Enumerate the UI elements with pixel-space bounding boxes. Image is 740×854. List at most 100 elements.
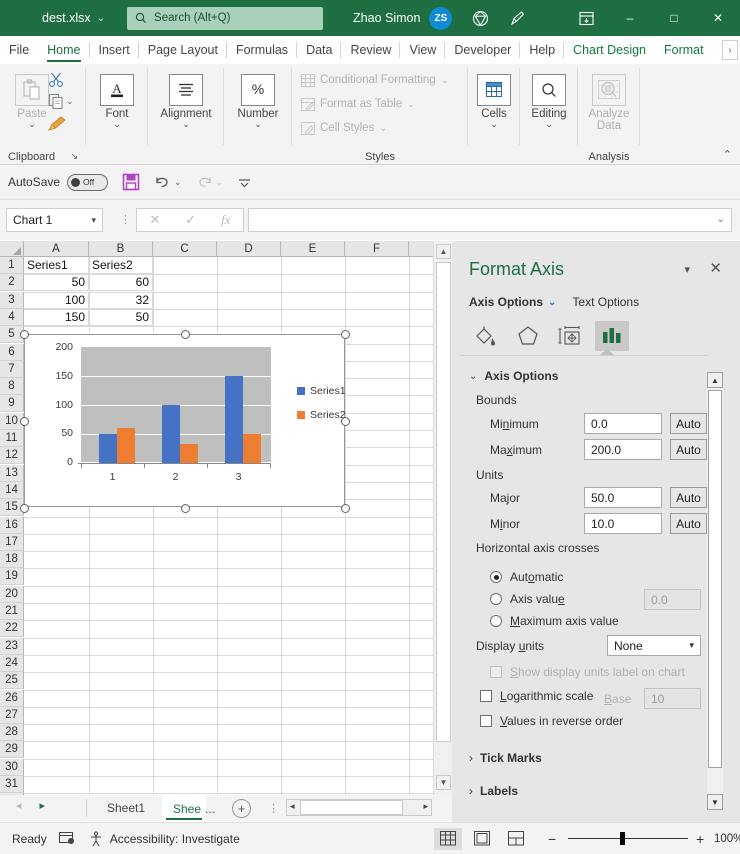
redo-button[interactable]: ⌄: [196, 174, 224, 191]
row-header-18[interactable]: 18: [0, 551, 24, 568]
zoom-in-button[interactable]: +: [696, 831, 704, 847]
chart-object[interactable]: 200 150 100 50 0 1 2 3 Series1: [24, 334, 345, 507]
hscroll-left-button[interactable]: ◂: [290, 801, 295, 812]
tab-overflow-button[interactable]: ›: [722, 40, 738, 60]
sheet-prev-button[interactable]: ◂: [16, 799, 22, 812]
file-name-button[interactable]: dest.xlsx ⌄: [42, 11, 105, 25]
row-header-17[interactable]: 17: [0, 534, 24, 551]
conditional-formatting-button[interactable]: Conditional Formatting ⌄: [300, 73, 448, 87]
ribbon-display-options-button[interactable]: [578, 0, 595, 36]
sheet-tab-menu-handle[interactable]: ⋮: [268, 802, 279, 815]
format-painter-button[interactable]: [48, 115, 67, 135]
tab-view[interactable]: View: [400, 36, 445, 64]
accessibility-checker-button[interactable]: Accessibility: Investigate: [88, 831, 240, 847]
cell-A1[interactable]: Series1: [24, 257, 89, 274]
pane-scroll-up-button[interactable]: ▲: [707, 372, 723, 388]
collapse-ribbon-button[interactable]: ⌃: [723, 148, 732, 161]
row-header-21[interactable]: 21: [0, 603, 24, 620]
chart-handle-bottom-left[interactable]: [20, 504, 29, 513]
autosave-toggle[interactable]: Off: [67, 174, 108, 191]
tab-format[interactable]: Format: [655, 36, 713, 64]
cell-B2[interactable]: 60: [89, 274, 153, 291]
row-header-8[interactable]: 8: [0, 378, 24, 395]
row-header-20[interactable]: 20: [0, 586, 24, 603]
sheet-tab-sheet2[interactable]: Shee: [162, 795, 206, 821]
maximize-button[interactable]: □: [652, 0, 696, 36]
pane-options-button[interactable]: ▾: [684, 263, 690, 276]
avatar[interactable]: ZS: [429, 7, 452, 30]
alignment-button[interactable]: Alignment ⌄: [158, 70, 214, 128]
radio-automatic-button[interactable]: [490, 571, 502, 583]
horizontal-scroll-thumb[interactable]: [300, 800, 403, 815]
sheet-next-button[interactable]: ▸: [40, 799, 46, 812]
row-header-27[interactable]: 27: [0, 707, 24, 724]
row-header-28[interactable]: 28: [0, 724, 24, 741]
pane-scroll-thumb[interactable]: [708, 390, 722, 768]
chart-handle-bottom-center[interactable]: [181, 504, 190, 513]
row-header-19[interactable]: 19: [0, 568, 24, 585]
hscroll-right-button[interactable]: ▸: [423, 801, 428, 812]
chart-plot-area[interactable]: [81, 347, 271, 463]
radio-axis-value[interactable]: Axis value: [490, 592, 565, 606]
row-header-3[interactable]: 3: [0, 292, 24, 309]
name-box[interactable]: Chart 1 ▾: [6, 208, 103, 232]
tab-file[interactable]: File: [0, 36, 38, 64]
section-labels[interactable]: › Labels: [469, 784, 518, 798]
pane-scroll-down-button[interactable]: ▼: [707, 794, 723, 810]
section-tick-marks[interactable]: › Tick Marks: [469, 751, 542, 765]
row-header-14[interactable]: 14: [0, 482, 24, 499]
format-as-table-button[interactable]: Format as Table ⌄: [300, 97, 415, 111]
tab-review[interactable]: Review: [341, 36, 400, 64]
cell-B1[interactable]: Series2: [89, 257, 153, 274]
maximum-input[interactable]: 200.0: [584, 439, 662, 460]
tab-formulas[interactable]: Formulas: [227, 36, 297, 64]
row-header-7[interactable]: 7: [0, 361, 24, 378]
minimum-input[interactable]: 0.0: [584, 413, 662, 434]
bar-series2-cat3[interactable]: [243, 434, 261, 463]
record-macro-button[interactable]: [59, 831, 76, 846]
chart-handle-bottom-right[interactable]: [341, 504, 350, 513]
row-header-2[interactable]: 2: [0, 274, 24, 291]
cut-button[interactable]: [48, 71, 65, 91]
row-header-1[interactable]: 1: [0, 257, 24, 274]
select-all-corner[interactable]: [0, 241, 24, 257]
minor-auto-button[interactable]: Auto: [670, 513, 707, 534]
minimize-button[interactable]: –: [608, 0, 652, 36]
legend-entry-series2[interactable]: Series2: [297, 409, 346, 421]
column-header-b[interactable]: B: [89, 241, 153, 257]
show-display-units-label-checkbox-row[interactable]: Show display units label on chart: [490, 665, 685, 679]
axis-options-tab-button[interactable]: [595, 321, 629, 351]
formula-bar-resize-handle[interactable]: ⋮: [120, 213, 131, 226]
row-header-11[interactable]: 11: [0, 430, 24, 447]
cell-B4[interactable]: 50: [89, 309, 153, 326]
normal-view-button[interactable]: [434, 828, 462, 850]
cell-A3[interactable]: 100: [24, 292, 89, 309]
row-header-31[interactable]: 31: [0, 776, 24, 793]
show-display-units-label-checkbox[interactable]: [490, 666, 502, 678]
maximum-auto-button[interactable]: Auto: [670, 439, 707, 460]
tab-axis-options[interactable]: Axis Options ⌄: [469, 295, 556, 309]
zoom-slider-thumb[interactable]: [620, 832, 625, 845]
pane-close-button[interactable]: ✕: [709, 259, 722, 277]
chevron-down-icon[interactable]: ⌄: [717, 214, 725, 225]
copy-button[interactable]: ⌄: [48, 93, 74, 110]
minimum-auto-button[interactable]: Auto: [670, 413, 707, 434]
logarithmic-scale-checkbox-row[interactable]: Logarithmic scale: [480, 689, 593, 703]
zoom-slider[interactable]: [568, 832, 688, 846]
analyze-data-button[interactable]: Analyze Data: [581, 70, 637, 132]
tab-home[interactable]: Home: [38, 36, 89, 64]
row-header-22[interactable]: 22: [0, 620, 24, 637]
values-in-reverse-order-checkbox-row[interactable]: Values in reverse order: [480, 714, 623, 728]
chart-handle-top-right[interactable]: [341, 330, 350, 339]
pane-scrollbar[interactable]: ▲ ▼: [707, 372, 723, 810]
tab-help[interactable]: Help: [520, 36, 564, 64]
row-header-6[interactable]: 6: [0, 344, 24, 361]
pen-draw-icon[interactable]: [509, 10, 526, 27]
radio-axis-value-button[interactable]: [490, 593, 502, 605]
row-header-30[interactable]: 30: [0, 759, 24, 776]
save-button[interactable]: [122, 173, 140, 191]
formula-input[interactable]: ⌄: [248, 208, 732, 232]
editing-button[interactable]: Editing ⌄: [521, 70, 577, 128]
tab-data[interactable]: Data: [297, 36, 341, 64]
sheet-overflow-ellipsis[interactable]: ...: [205, 802, 215, 816]
